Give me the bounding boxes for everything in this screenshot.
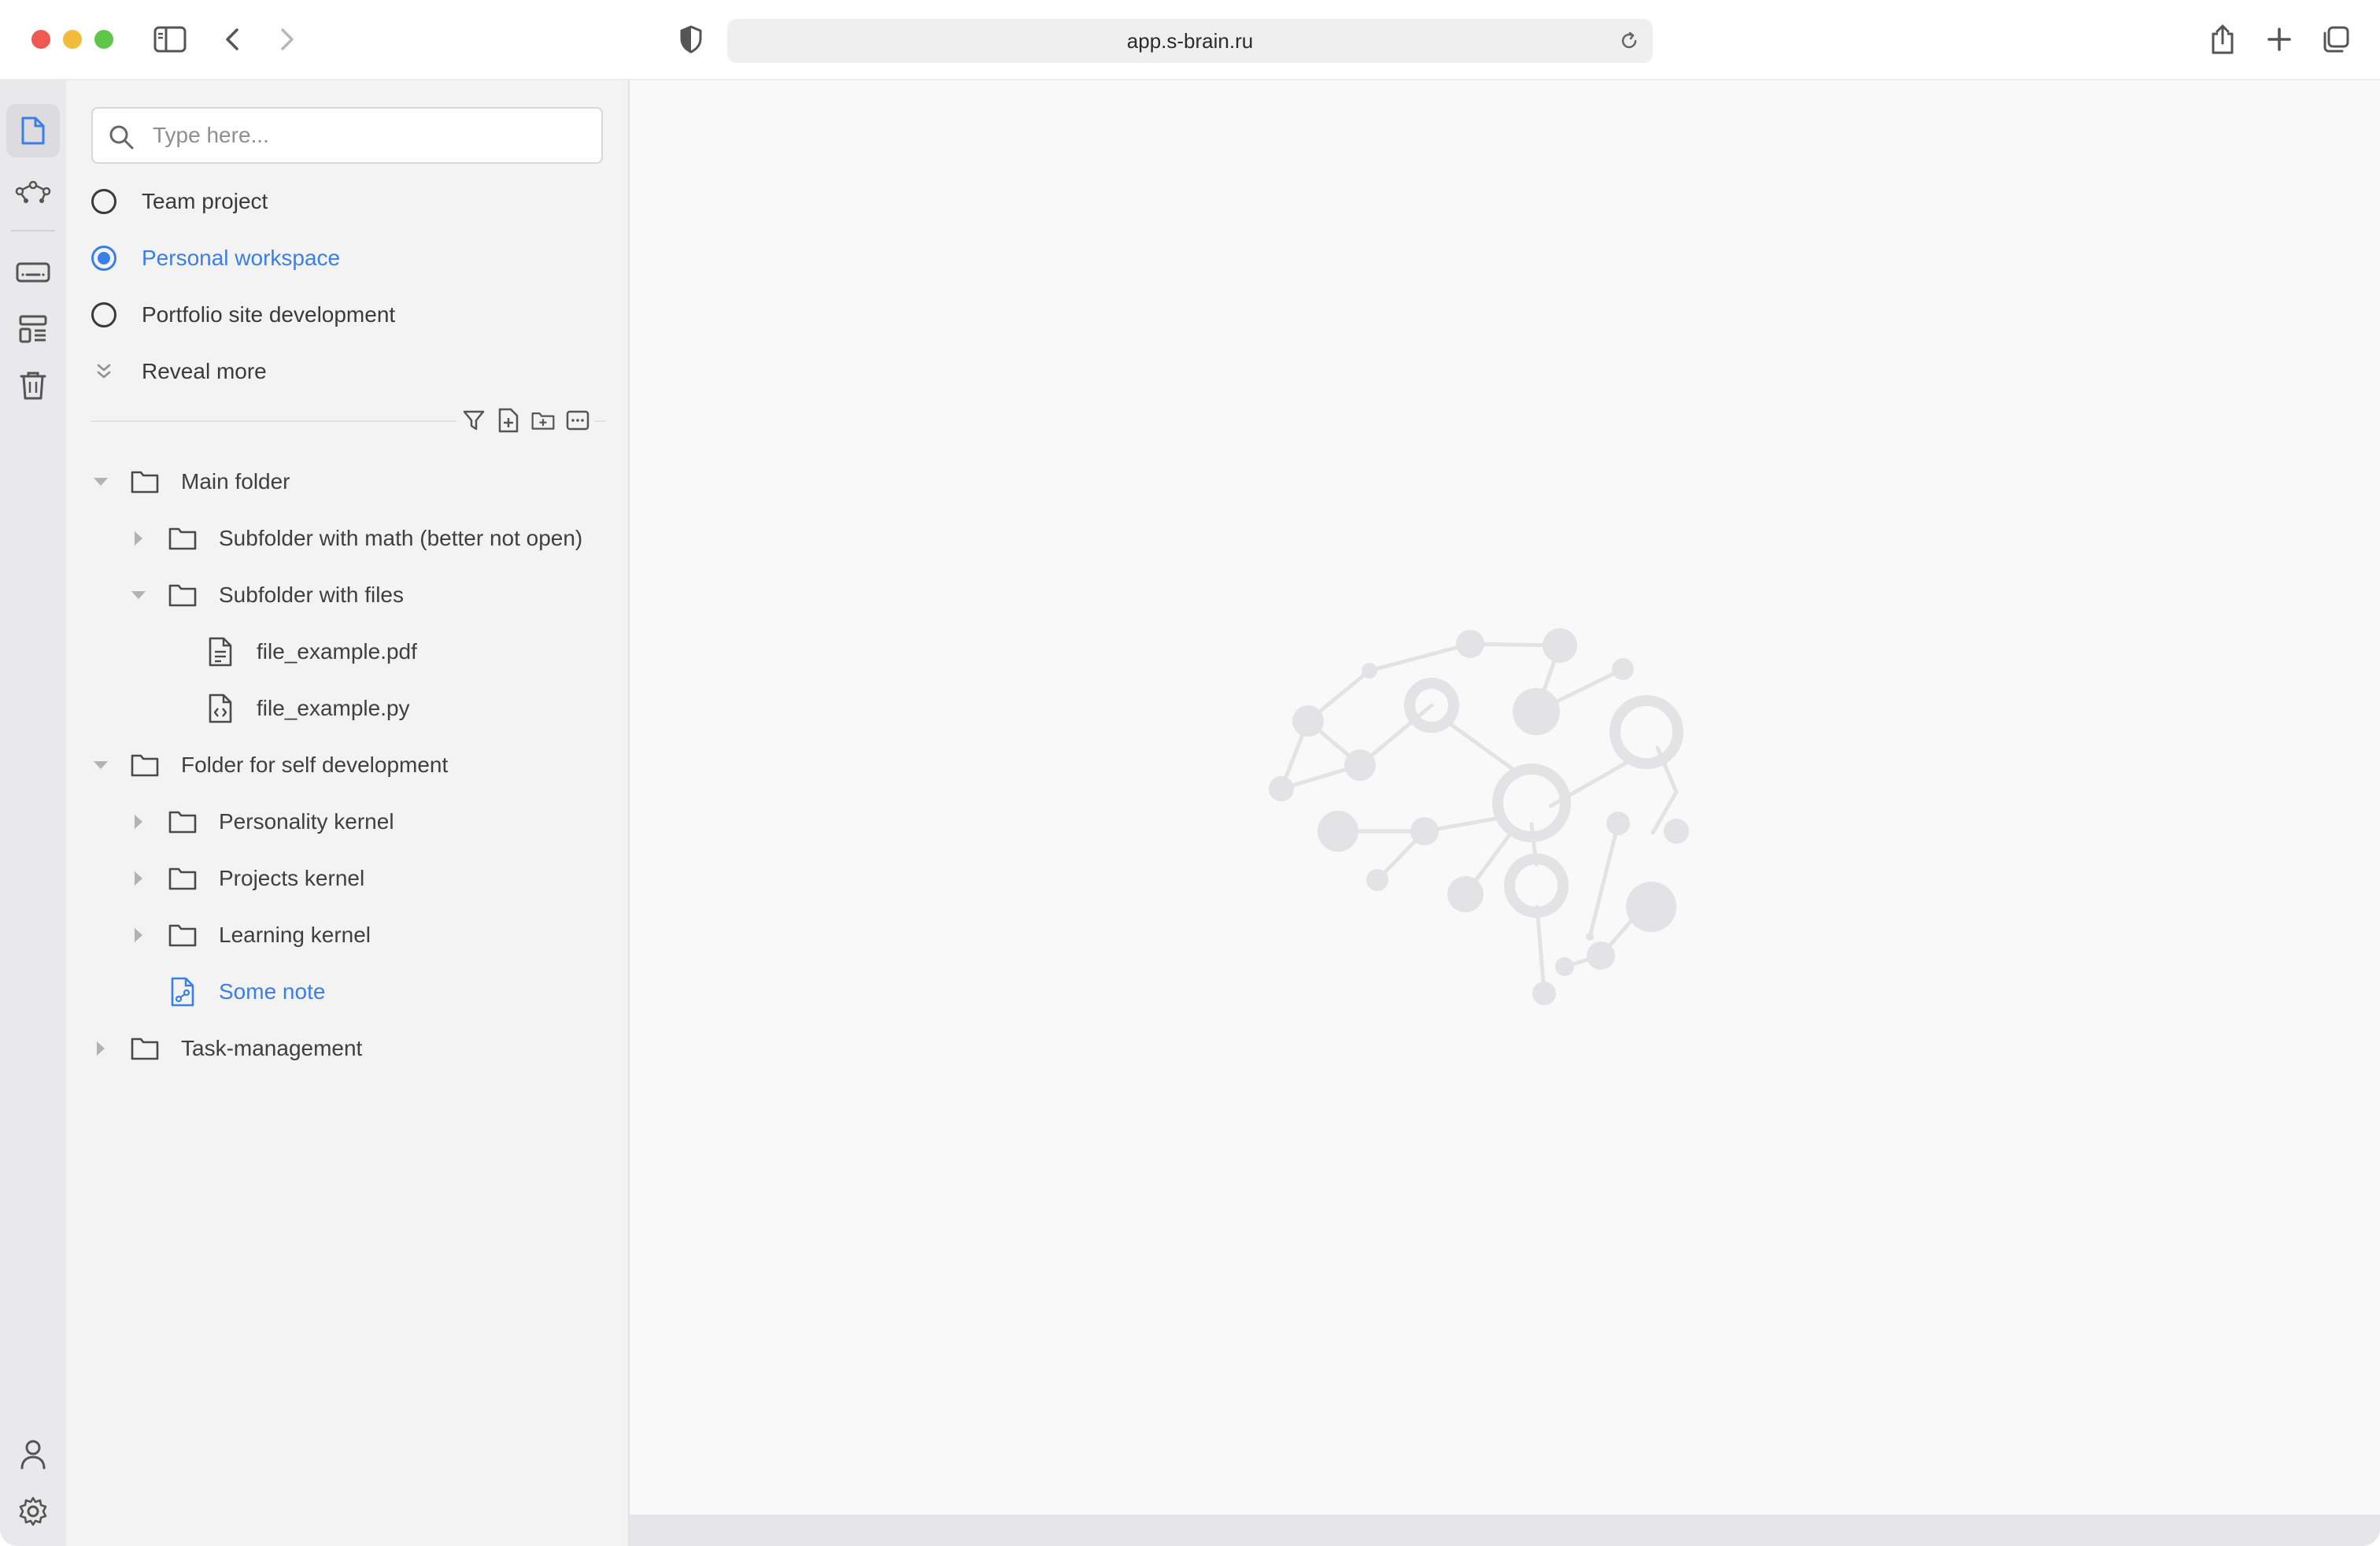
- reload-icon[interactable]: [1618, 30, 1640, 52]
- brain-network-logo: [1269, 628, 1689, 1005]
- workspace-label: Personal workspace: [142, 246, 341, 270]
- tree-folder-learning[interactable]: Learning kernel: [129, 912, 371, 959]
- tree-folder-task-management[interactable]: Task-management: [91, 1025, 362, 1072]
- url-text: app.s-brain.ru: [1126, 29, 1254, 53]
- folder-icon: [167, 919, 198, 951]
- keyboard-icon[interactable]: [6, 246, 60, 299]
- chevron-right-icon[interactable]: [129, 529, 148, 548]
- workspace-item-portfolio[interactable]: Portfolio site development: [91, 291, 603, 338]
- folder-icon: [167, 806, 198, 838]
- note-icon: [167, 976, 198, 1008]
- tree-label: Learning kernel: [219, 923, 371, 947]
- tree-label: Some note: [219, 979, 326, 1004]
- pdf-file-icon: [205, 636, 236, 668]
- templates-icon[interactable]: [6, 302, 60, 356]
- back-icon[interactable]: [220, 24, 244, 55]
- browser-window: app.s-brain.ru Type here... Team project…: [0, 0, 2380, 1546]
- workspace-item-team-project[interactable]: Team project: [91, 178, 603, 225]
- settings-icon[interactable]: [6, 1485, 60, 1538]
- browser-toolbar: app.s-brain.ru: [0, 0, 2380, 80]
- address-bar[interactable]: app.s-brain.ru: [727, 19, 1653, 63]
- minimize-window-button[interactable]: [63, 30, 82, 49]
- folder-icon: [167, 863, 198, 894]
- rail-divider: [11, 230, 55, 231]
- chevron-down-icon[interactable]: [91, 472, 110, 491]
- trash-icon[interactable]: [6, 359, 60, 412]
- double-chevron-down-icon: [91, 359, 116, 384]
- folder-icon: [167, 579, 198, 611]
- search-box[interactable]: [91, 107, 603, 164]
- tree-label: file_example.py: [257, 696, 410, 720]
- folder-icon: [129, 1033, 161, 1064]
- tree-label: Subfolder with math (better not open): [219, 526, 583, 550]
- new-tab-icon[interactable]: [2264, 24, 2295, 55]
- new-folder-icon[interactable]: [530, 405, 556, 436]
- zoom-window-button[interactable]: [94, 30, 113, 49]
- close-window-button[interactable]: [31, 30, 50, 49]
- tab-overview-icon[interactable]: [2320, 24, 2352, 55]
- privacy-shield-icon[interactable]: [677, 24, 705, 55]
- graph-icon[interactable]: [6, 165, 60, 219]
- tree-action-bar: [456, 405, 595, 436]
- workspace-label: Portfolio site development: [142, 302, 396, 327]
- chevron-down-icon[interactable]: [129, 586, 148, 605]
- tree-file-py[interactable]: file_example.py: [167, 685, 410, 732]
- tree-folder-personality[interactable]: Personality kernel: [129, 798, 394, 845]
- search-icon: [107, 123, 135, 151]
- code-file-icon: [205, 693, 236, 724]
- tree-label: Main folder: [181, 469, 290, 494]
- new-file-icon[interactable]: [496, 405, 521, 436]
- tree-folder-self-dev[interactable]: Folder for self development: [91, 742, 448, 789]
- profile-icon[interactable]: [6, 1428, 60, 1481]
- tree-label: Folder for self development: [181, 753, 449, 777]
- sidebar-toggle-icon[interactable]: [151, 24, 189, 55]
- tree-label: Projects kernel: [219, 866, 365, 890]
- documents-icon[interactable]: [6, 104, 60, 157]
- chevron-right-icon[interactable]: [129, 869, 148, 888]
- search-input[interactable]: [153, 109, 593, 162]
- workspace-radio[interactable]: [91, 302, 116, 327]
- folder-icon: [129, 466, 161, 497]
- tree-folder-projects[interactable]: Projects kernel: [129, 855, 364, 902]
- chevron-right-icon[interactable]: [129, 926, 148, 945]
- tree-label: Subfolder with files: [219, 583, 405, 607]
- tree-label: Personality kernel: [219, 809, 394, 834]
- file-sidebar: Team project Personal workspace Portfoli…: [66, 80, 630, 1546]
- forward-icon[interactable]: [275, 24, 299, 55]
- workspace-label: Team project: [142, 189, 268, 213]
- folder-icon: [129, 749, 161, 781]
- reveal-more-button[interactable]: Reveal more: [91, 348, 603, 395]
- tree-folder-math[interactable]: Subfolder with math (better not open): [129, 515, 582, 562]
- reveal-more-label: Reveal more: [142, 359, 267, 383]
- tree-folder-files[interactable]: Subfolder with files: [129, 571, 404, 619]
- filter-icon[interactable]: [461, 405, 486, 436]
- tree-label: Task-management: [181, 1036, 363, 1060]
- chevron-right-icon[interactable]: [91, 1039, 110, 1058]
- tree-folder-main[interactable]: Main folder: [91, 458, 290, 505]
- app-rail: [0, 80, 66, 1546]
- tree-label: file_example.pdf: [257, 639, 417, 664]
- tree-file-pdf[interactable]: file_example.pdf: [167, 628, 417, 675]
- workspace-item-personal-workspace[interactable]: Personal workspace: [91, 235, 603, 282]
- tree-note-some-note[interactable]: Some note: [129, 968, 325, 1015]
- folder-icon: [167, 523, 198, 554]
- main-bottom-bar: [630, 1515, 2380, 1546]
- workspace-radio-selected[interactable]: [91, 246, 116, 271]
- chevron-down-icon[interactable]: [91, 756, 110, 775]
- share-icon[interactable]: [2207, 20, 2238, 58]
- chevron-right-icon[interactable]: [129, 812, 148, 831]
- workspace-radio[interactable]: [91, 189, 116, 214]
- collapse-all-icon[interactable]: [565, 405, 590, 436]
